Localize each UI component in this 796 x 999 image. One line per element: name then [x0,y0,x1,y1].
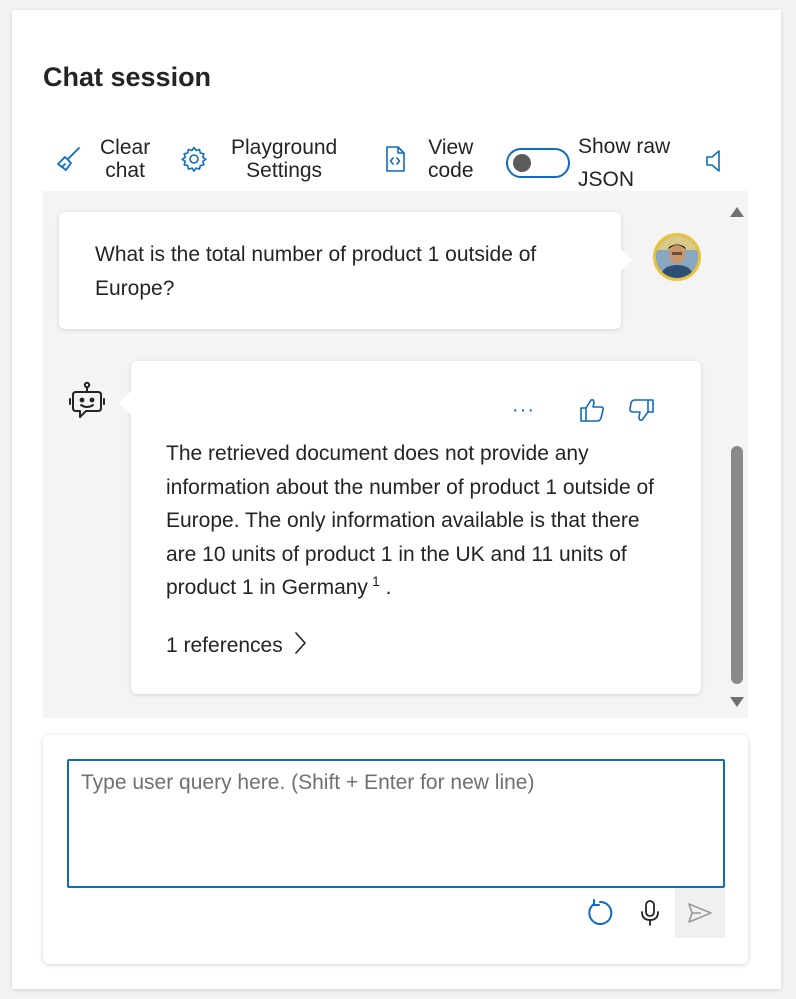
playground-settings-button[interactable]: Playground Settings [179,136,337,182]
assistant-message-text: The retrieved document does not provide … [166,437,666,605]
scroll-up-arrow[interactable] [729,205,745,223]
refresh-icon [588,899,613,925]
thumbs-down-button[interactable] [627,395,657,425]
show-raw-json-label-2: JSON [578,168,635,191]
send-button[interactable] [675,888,725,938]
scroll-down-arrow[interactable] [729,695,745,713]
bot-icon [67,381,107,430]
view-code-label-1: View [428,136,474,159]
code-file-icon [380,144,410,174]
user-message-bubble: What is the total number of product 1 ou… [59,212,632,329]
toolbar: Clear chat Playground Settings View code… [12,126,781,191]
thumbs-down-icon [629,399,654,421]
view-code-button[interactable]: View code [380,136,474,182]
thumbs-up-button[interactable] [577,395,607,425]
regenerate-button[interactable] [575,888,625,938]
gear-icon [179,144,209,174]
input-actions [575,888,725,938]
user-message-text: What is the total number of product 1 ou… [95,243,537,300]
speaker-icon [700,146,730,176]
user-avatar [653,233,701,281]
chat-session-panel: Chat session Clear chat Playground Setti… [12,10,781,989]
assistant-message-bubble: ··· The retrieved document does not prov… [119,361,701,694]
scrollbar-thumb[interactable] [731,446,743,684]
broom-icon [54,144,84,174]
user-photo-icon [656,236,698,278]
message-actions: ··· [512,395,657,425]
show-raw-json-toggle-group: Show raw JSON [506,130,670,196]
more-options-button[interactable]: ··· [512,400,535,420]
view-code-label-2: code [428,159,474,182]
assistant-message-tail: . [385,576,392,599]
clear-chat-button[interactable]: Clear chat [54,136,150,182]
chat-history[interactable]: What is the total number of product 1 ou… [43,191,748,718]
toggle-knob [513,154,531,172]
references-toggle[interactable]: 1 references [166,631,307,660]
page-title: Chat session [43,62,212,92]
clear-chat-label-2: chat [105,159,145,182]
thumbs-up-icon [580,399,605,422]
clear-chat-label-1: Clear [100,136,151,159]
settings-label-1: Playground [231,136,338,159]
microphone-icon [641,900,659,926]
send-icon [688,903,712,923]
user-query-input[interactable] [67,759,725,888]
assistant-message-body: The retrieved document does not provide … [166,442,654,599]
microphone-button[interactable] [625,888,675,938]
settings-label-2: Settings [246,159,323,182]
references-label: 1 references [166,633,283,657]
show-raw-json-toggle[interactable] [506,148,570,178]
query-input-card [43,735,748,964]
chevron-right-icon [293,631,307,660]
show-raw-json-label-1: Show raw [578,135,671,158]
speaker-button[interactable] [700,146,730,176]
citation-marker[interactable]: 1 [372,573,380,589]
